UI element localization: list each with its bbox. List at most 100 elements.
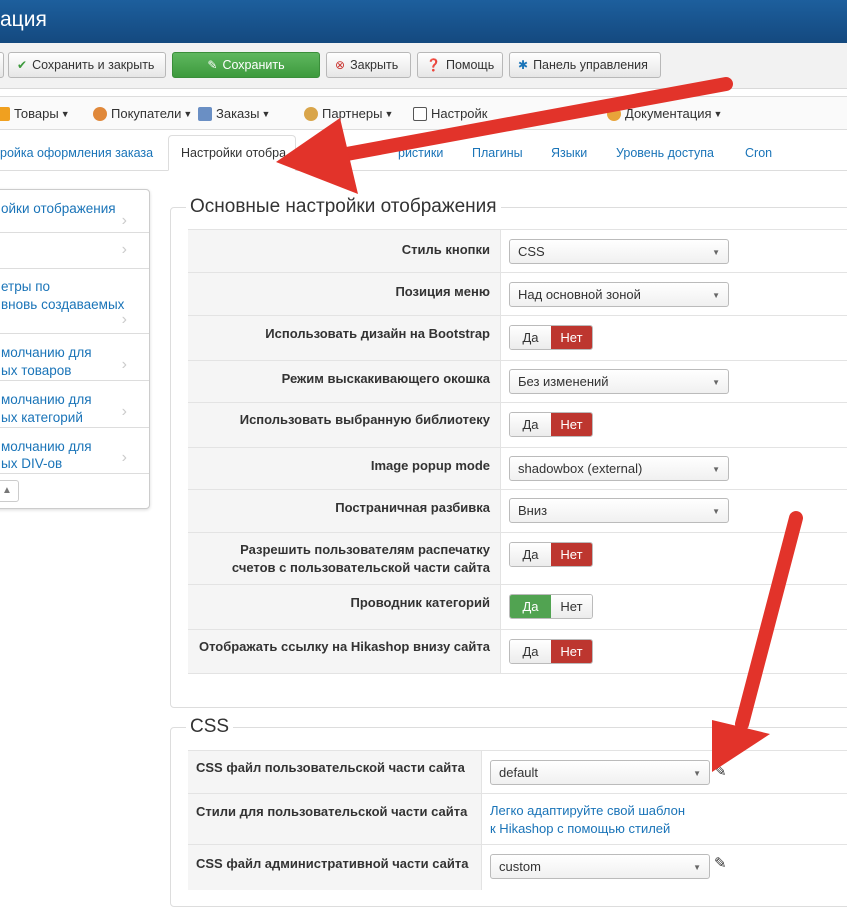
setting-value: Да Нет <box>500 403 847 447</box>
setting-value: CSS ▼ <box>500 230 847 272</box>
no-option[interactable]: Нет <box>551 326 592 349</box>
chevron-right-icon: › <box>121 449 127 466</box>
tab-languages[interactable]: Языки <box>551 146 587 160</box>
bootstrap-toggle[interactable]: Да Нет <box>509 325 593 350</box>
library-toggle[interactable]: Да Нет <box>509 412 593 437</box>
css-row-frontend-styles: Стили для пользовательской части сайта Л… <box>188 793 847 844</box>
yes-option[interactable]: Да <box>510 543 551 566</box>
tab-checkout[interactable]: ройка оформления заказа <box>0 146 153 160</box>
arrow-up-icon: ▲ <box>2 485 12 496</box>
chevron-right-icon: › <box>121 356 127 373</box>
sidenav-item-display[interactable]: ойки отображения › <box>0 190 149 233</box>
popup-mode-select[interactable]: Без изменений ▼ <box>509 369 729 394</box>
sidenav-item-label: вновь создаваемых <box>1 297 125 312</box>
tab-cron[interactable]: Cron <box>745 146 772 160</box>
yes-option[interactable]: Да <box>510 413 551 436</box>
chevron-right-icon: › <box>121 311 127 328</box>
partners-icon <box>304 106 318 121</box>
hikashop-link-toggle[interactable]: Да Нет <box>509 639 593 664</box>
chevron-down-icon: ▼ <box>712 378 720 387</box>
no-option[interactable]: Нет <box>551 640 592 663</box>
setting-value: Да Нет <box>500 630 847 673</box>
title-bar: ация <box>0 0 847 43</box>
css-row-frontend-file: CSS файл пользовательской части сайта de… <box>188 750 847 793</box>
backend-css-select[interactable]: custom ▼ <box>490 854 710 879</box>
menu-customers[interactable]: Покупатели ▼ <box>93 106 192 121</box>
menu-products[interactable]: Товары ▼ <box>0 106 70 121</box>
styles-link-line: Легко адаптируйте свой шаблон <box>490 803 685 818</box>
setting-value: shadowbox (external) ▼ <box>500 448 847 489</box>
scroll-top-button[interactable]: ▲ <box>0 480 19 502</box>
sidenav-item-label: молчанию для <box>1 392 92 407</box>
setting-row-image-popup: Image popup mode shadowbox (external) ▼ <box>188 447 847 489</box>
chevron-down-icon: ▼ <box>183 108 193 119</box>
menu-position-select[interactable]: Над основной зоной ▼ <box>509 282 729 307</box>
setting-label: CSS файл административной части сайта <box>196 856 469 871</box>
setting-row-menu-position: Позиция меню Над основной зоной ▼ <box>188 272 847 315</box>
css-legend: CSS <box>186 716 234 738</box>
edit-icon: ✎ <box>207 58 218 72</box>
no-option[interactable]: Нет <box>551 595 592 618</box>
tab-features[interactable]: ристики <box>398 146 443 160</box>
setting-label: Отображать ссылку на Hikashop внизу сайт… <box>198 639 490 654</box>
edit-pencil-icon[interactable]: ✎ <box>714 854 727 872</box>
setting-label: Image popup mode <box>370 458 490 473</box>
help-label: Помощь <box>445 58 495 72</box>
control-panel-button[interactable]: ✱ Панель управления <box>509 52 661 78</box>
chevron-down-icon: ▼ <box>60 108 70 119</box>
sidenav-item-new-defaults[interactable]: етры по вновь создаваемых › <box>0 269 149 334</box>
sidenav-item-label: ых товаров <box>1 363 72 378</box>
save-button[interactable]: ✎ Сохранить <box>172 52 320 78</box>
yes-option[interactable]: Да <box>510 640 551 663</box>
menu-documentation-label: Документация <box>625 106 712 121</box>
sidenav-item-label: ых DIV-ов <box>1 456 63 471</box>
setting-row-library: Использовать выбранную библиотеку Да Нет <box>188 402 847 447</box>
chevron-down-icon: ▼ <box>713 108 723 119</box>
sidenav-item-categories-defaults[interactable]: молчанию для ых категорий › <box>0 381 149 428</box>
setting-value: default ▼ ✎ <box>481 751 847 793</box>
setting-label: Стиль кнопки <box>401 242 490 257</box>
setting-row-hikashop-link: Отображать ссылку на Hikashop внизу сайт… <box>188 629 847 674</box>
no-option[interactable]: Нет <box>551 413 592 436</box>
save-close-label: Сохранить и закрыть <box>32 58 155 72</box>
sidenav-item-label: молчанию для <box>1 439 92 454</box>
select-value: Без изменений <box>518 374 609 389</box>
toolbar: ✔ Сохранить и закрыть ✎ Сохранить ⊗ Закр… <box>0 43 847 89</box>
menu-settings[interactable]: Настройк <box>413 106 487 121</box>
category-explorer-toggle[interactable]: Да Нет <box>509 594 593 619</box>
setting-value: Да Нет <box>500 585 847 629</box>
sidenav-item-label: молчанию для <box>1 345 92 360</box>
partial-button[interactable] <box>0 52 4 78</box>
menu-products-label: Товары <box>14 106 59 121</box>
sidenav-item-products-defaults[interactable]: молчанию для ых товаров › <box>0 334 149 381</box>
tab-display[interactable]: Настройки отобра <box>168 135 296 171</box>
styles-help-link[interactable]: Легко адаптируйте свой шаблон к Hikashop… <box>490 802 685 838</box>
control-panel-label: Панель управления <box>533 58 648 72</box>
chevron-down-icon: ▼ <box>261 108 271 119</box>
print-invoices-toggle[interactable]: Да Нет <box>509 542 593 567</box>
customers-icon <box>93 106 107 121</box>
menu-partners[interactable]: Партнеры ▼ <box>304 106 393 121</box>
tab-plugins[interactable]: Плагины <box>472 146 523 160</box>
yes-option[interactable]: Да <box>510 595 551 618</box>
chevron-down-icon: ▼ <box>712 248 720 257</box>
edit-pencil-icon[interactable]: ✎ <box>714 762 727 780</box>
button-style-select[interactable]: CSS ▼ <box>509 239 729 264</box>
close-button[interactable]: ⊗ Закрыть <box>326 52 411 78</box>
setting-label-line: Разрешить пользователям распечатку <box>240 542 490 557</box>
menu-documentation[interactable]: Документация ▼ <box>607 106 722 121</box>
sidenav-item-2[interactable]: › <box>0 233 149 269</box>
image-popup-select[interactable]: shadowbox (external) ▼ <box>509 456 729 481</box>
setting-label: Режим выскакивающего окошка <box>281 371 490 386</box>
yes-option[interactable]: Да <box>510 326 551 349</box>
help-button[interactable]: ❓ Помощь <box>417 52 503 78</box>
menu-orders[interactable]: Заказы ▼ <box>198 106 270 121</box>
select-value: shadowbox (external) <box>518 461 643 476</box>
tab-access[interactable]: Уровень доступа <box>616 146 714 160</box>
no-option[interactable]: Нет <box>551 543 592 566</box>
save-close-button[interactable]: ✔ Сохранить и закрыть <box>8 52 166 78</box>
joomla-icon: ✱ <box>518 58 529 72</box>
pagination-select[interactable]: Вниз ▼ <box>509 498 729 523</box>
frontend-css-select[interactable]: default ▼ <box>490 760 710 785</box>
sidenav-item-div-defaults[interactable]: молчанию для ых DIV-ов › <box>0 428 149 474</box>
